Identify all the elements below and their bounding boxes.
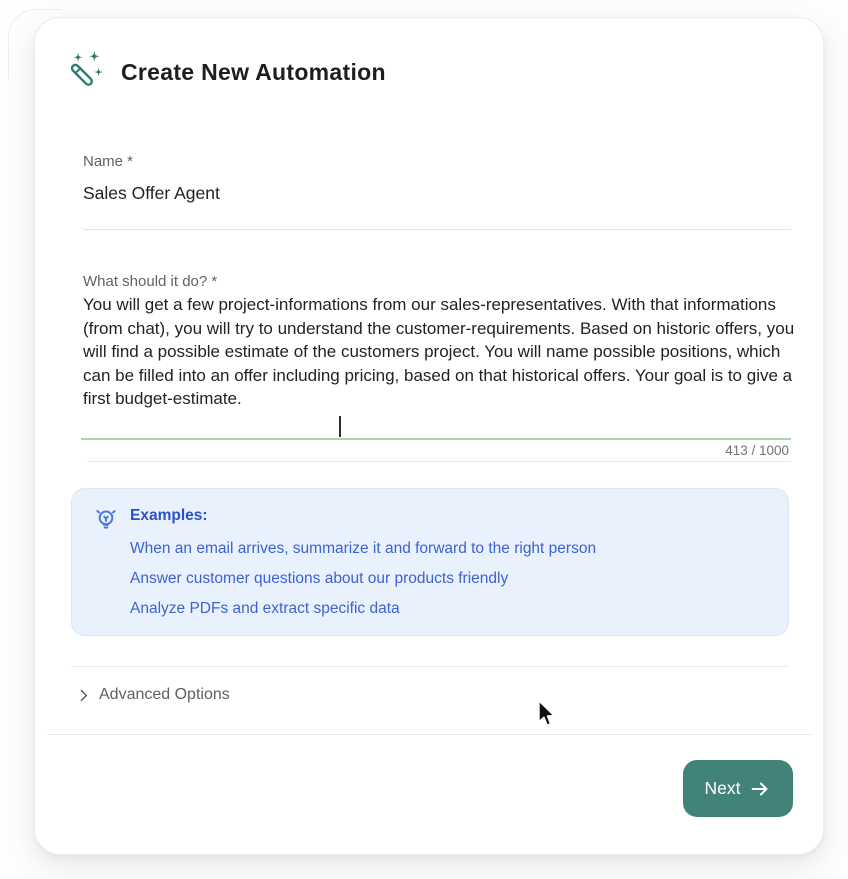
- example-item[interactable]: Answer customer questions about our prod…: [130, 570, 508, 588]
- dialog-title: Create New Automation: [121, 59, 386, 86]
- character-counter: 413 / 1000: [725, 443, 789, 458]
- examples-box: Examples: When an email arrives, summari…: [71, 488, 789, 636]
- dialog-header: Create New Automation: [65, 50, 386, 94]
- advanced-options-label: Advanced Options: [99, 686, 230, 704]
- name-field-label: Name *: [83, 153, 133, 170]
- description-focus-underline: [81, 438, 791, 440]
- advanced-options-toggle[interactable]: Advanced Options: [75, 686, 230, 704]
- description-divider: [87, 461, 791, 462]
- name-input-underline: [83, 229, 791, 230]
- actions-divider: [47, 734, 813, 735]
- examples-heading: Examples:: [130, 507, 208, 525]
- create-automation-dialog: Create New Automation Name * Sales Offer…: [34, 17, 824, 855]
- next-button[interactable]: Next: [683, 760, 793, 817]
- magic-wand-icon: [65, 50, 109, 94]
- description-field-label: What should it do? *: [83, 273, 217, 290]
- name-input[interactable]: Sales Offer Agent: [83, 183, 220, 204]
- lightbulb-idea-icon: [92, 505, 120, 533]
- arrow-right-icon: [749, 778, 771, 800]
- section-divider: [71, 666, 788, 667]
- description-textarea[interactable]: You will get a few project-informations …: [83, 293, 799, 411]
- example-item[interactable]: When an email arrives, summarize it and …: [130, 540, 596, 558]
- mouse-cursor: [537, 700, 559, 735]
- example-item[interactable]: Analyze PDFs and extract specific data: [130, 600, 400, 618]
- chevron-right-icon: [75, 687, 92, 704]
- text-caret: [339, 416, 341, 437]
- next-button-label: Next: [705, 778, 741, 799]
